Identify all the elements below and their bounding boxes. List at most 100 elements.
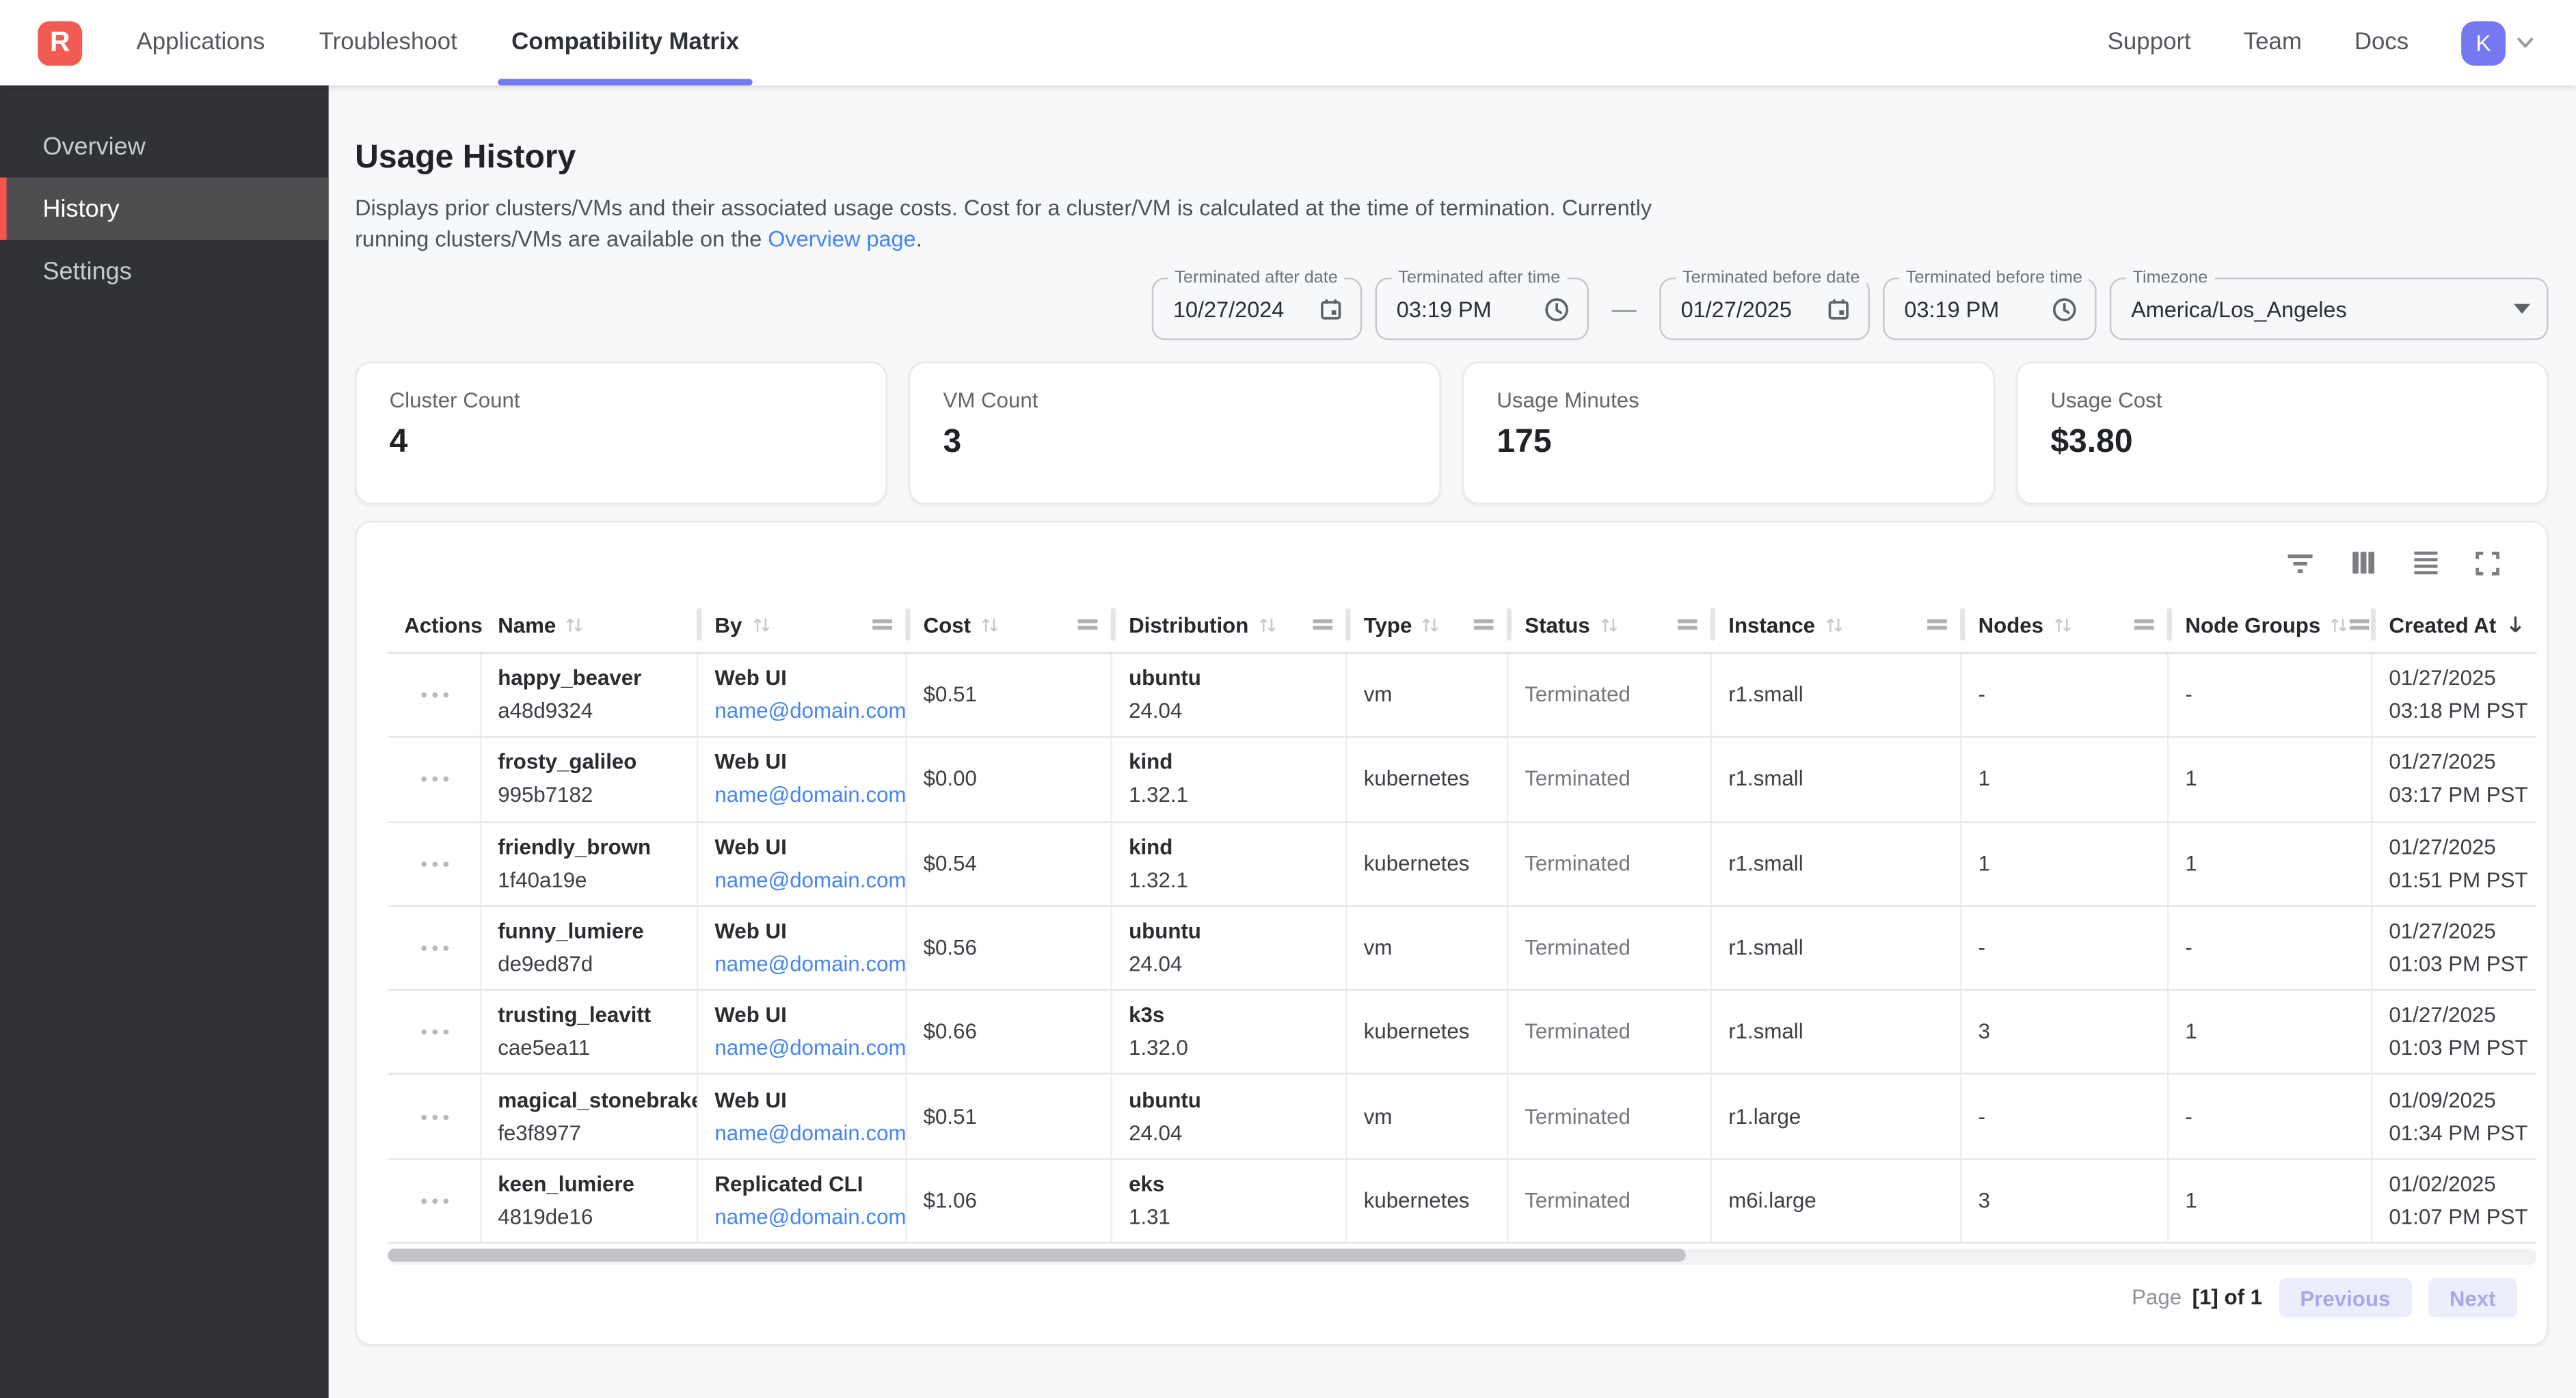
- tab-compatibility-matrix[interactable]: Compatibility Matrix: [511, 0, 739, 85]
- row-actions-button[interactable]: •••: [420, 1189, 453, 1213]
- column-header-by[interactable]: By: [698, 596, 907, 652]
- overview-page-link[interactable]: Overview page: [768, 227, 915, 252]
- sort-icon[interactable]: [1598, 614, 1620, 635]
- type-value: vm: [1364, 1100, 1497, 1133]
- terminated-after-date-field[interactable]: Terminated after date 10/27/2024: [1152, 278, 1363, 340]
- created-by-email-link[interactable]: name@domain.com: [714, 783, 906, 807]
- sort-icon[interactable]: [1823, 614, 1844, 635]
- fullscreen-icon[interactable]: [2474, 550, 2500, 576]
- row-actions-button[interactable]: •••: [420, 1021, 453, 1044]
- stat-label: Usage Minutes: [1497, 388, 1960, 412]
- column-label: Status: [1525, 612, 1589, 636]
- status-cell: Terminated: [1508, 822, 1712, 905]
- created-by-email-link[interactable]: name@domain.com: [714, 1120, 906, 1144]
- sidebar-item-history[interactable]: History: [0, 178, 329, 240]
- type-cell: vm: [1347, 906, 1509, 989]
- created-by-email-link[interactable]: name@domain.com: [714, 1036, 906, 1060]
- sort-icon[interactable]: [750, 614, 771, 635]
- created-time: 01:03 PM PST: [2389, 948, 2527, 981]
- sort-icon[interactable]: [564, 614, 585, 635]
- sidebar-item-settings[interactable]: Settings: [0, 240, 329, 302]
- terminated-before-time-field[interactable]: Terminated before time 03:19 PM: [1883, 278, 2096, 340]
- row-actions-button[interactable]: •••: [420, 1105, 453, 1129]
- brand-logo[interactable]: R: [38, 21, 82, 65]
- sort-icon[interactable]: [1420, 614, 1441, 635]
- sort-icon[interactable]: [2052, 614, 2073, 635]
- previous-page-button[interactable]: Previous: [2279, 1278, 2411, 1318]
- type-value: kubernetes: [1364, 847, 1497, 880]
- nodes-cell: -: [1962, 654, 2169, 737]
- page-description: Displays prior clusters/VMs and their as…: [355, 192, 1678, 254]
- dropdown-caret-icon[interactable]: [2514, 304, 2530, 314]
- timezone-select[interactable]: Timezone America/Los_Angeles: [2110, 278, 2549, 340]
- density-icon[interactable]: [2412, 549, 2440, 577]
- status-cell: Terminated: [1508, 1159, 1712, 1242]
- calendar-icon[interactable]: [1825, 296, 1851, 322]
- calendar-icon[interactable]: [1317, 296, 1343, 322]
- sort-icon[interactable]: [979, 614, 1000, 635]
- column-header-created-at[interactable]: Created At: [2372, 596, 2536, 652]
- nodes-value: -: [1978, 932, 2158, 965]
- created-by-email-link[interactable]: name@domain.com: [714, 952, 906, 976]
- cost-cell: $0.54: [907, 822, 1112, 905]
- sidebar-item-overview[interactable]: Overview: [0, 115, 329, 177]
- nav-link-docs[interactable]: Docs: [2354, 29, 2409, 55]
- row-actions-button[interactable]: •••: [420, 684, 453, 707]
- row-actions-button[interactable]: •••: [420, 852, 453, 876]
- distribution-version: 1.32.1: [1129, 863, 1336, 896]
- sort-icon[interactable]: [2329, 614, 2350, 635]
- column-menu-icon[interactable]: [2350, 615, 2370, 634]
- column-header-instance[interactable]: Instance: [1712, 596, 1961, 652]
- instance-value: r1.small: [1728, 1016, 1950, 1049]
- column-header-name[interactable]: Name: [481, 596, 698, 652]
- account-menu[interactable]: K: [2461, 21, 2537, 65]
- column-header-nodes[interactable]: Nodes: [1962, 596, 2169, 652]
- column-menu-icon[interactable]: [2134, 615, 2154, 634]
- column-header-distribution[interactable]: Distribution: [1112, 596, 1347, 652]
- status-badge: Terminated: [1525, 679, 1700, 712]
- column-header-node-groups[interactable]: Node Groups: [2169, 596, 2372, 652]
- created-by-source: Replicated CLI: [714, 1168, 895, 1201]
- terminated-after-time-field[interactable]: Terminated after time 03:19 PM: [1376, 278, 1589, 340]
- column-menu-icon[interactable]: [1078, 615, 1098, 634]
- nav-link-support[interactable]: Support: [2108, 29, 2191, 55]
- chevron-down-icon[interactable]: [2514, 31, 2537, 55]
- column-header-actions: Actions: [388, 596, 481, 652]
- created-by-email-link[interactable]: name@domain.com: [714, 867, 906, 891]
- column-header-status[interactable]: Status: [1508, 596, 1712, 652]
- filter-icon[interactable]: [2285, 548, 2315, 578]
- row-actions-button[interactable]: •••: [420, 937, 453, 960]
- horizontal-scrollbar-track[interactable]: [388, 1249, 2537, 1265]
- clock-icon[interactable]: [2050, 295, 2078, 323]
- column-menu-icon[interactable]: [1313, 615, 1332, 634]
- created-by-email-link[interactable]: name@domain.com: [714, 699, 906, 723]
- sort-desc-icon[interactable]: [2504, 613, 2527, 636]
- clock-icon[interactable]: [1543, 295, 1571, 323]
- columns-icon[interactable]: [2350, 549, 2378, 577]
- created-by-email-link[interactable]: name@domain.com: [714, 1204, 906, 1228]
- column-header-cost[interactable]: Cost: [907, 596, 1112, 652]
- sort-icon[interactable]: [1257, 614, 1278, 635]
- name-cell: friendly_brown 1f40a19e: [481, 822, 698, 905]
- created-time: 01:07 PM PST: [2389, 1201, 2527, 1234]
- column-menu-icon[interactable]: [1678, 615, 1698, 634]
- column-menu-icon[interactable]: [1474, 615, 1494, 634]
- distribution-name: eks: [1129, 1168, 1336, 1201]
- sidebar: Overview History Settings: [0, 85, 329, 1398]
- cost-cell: $0.66: [907, 991, 1112, 1074]
- column-menu-icon[interactable]: [1927, 615, 1947, 634]
- type-cell: vm: [1347, 1075, 1509, 1158]
- tab-applications[interactable]: Applications: [136, 0, 265, 85]
- cluster-name: trusting_leavitt: [498, 999, 686, 1032]
- row-actions-button[interactable]: •••: [420, 768, 453, 791]
- next-page-button[interactable]: Next: [2428, 1278, 2517, 1318]
- tab-troubleshoot[interactable]: Troubleshoot: [319, 0, 457, 85]
- nav-link-team[interactable]: Team: [2244, 29, 2302, 55]
- terminated-before-date-field[interactable]: Terminated before date 01/27/2025: [1659, 278, 1870, 340]
- instance-cell: r1.small: [1712, 654, 1961, 737]
- column-menu-icon[interactable]: [872, 615, 892, 634]
- avatar[interactable]: K: [2461, 21, 2506, 65]
- horizontal-scrollbar-thumb[interactable]: [388, 1249, 1686, 1262]
- stat-card-usage-minutes: Usage Minutes 175: [1462, 362, 1995, 505]
- column-header-type[interactable]: Type: [1347, 596, 1509, 652]
